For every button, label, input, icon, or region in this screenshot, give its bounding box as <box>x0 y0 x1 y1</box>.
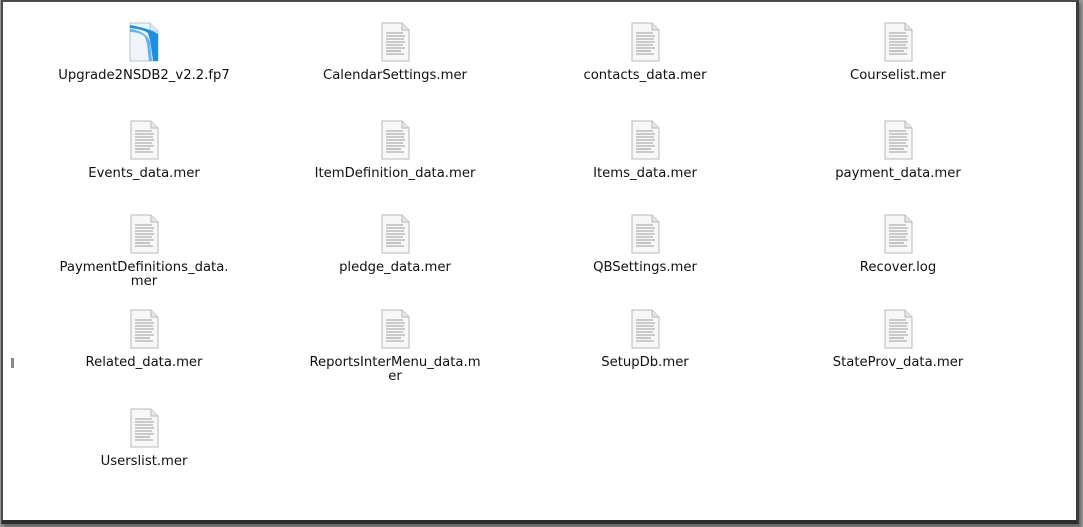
file-item-reportsintermenu-data[interactable]: ReportsInterMenu_data.m er <box>275 309 515 384</box>
text-document-icon <box>381 214 410 254</box>
file-item-qbsettings[interactable]: QBSettings.mer <box>525 214 765 275</box>
text-document-icon <box>884 309 913 349</box>
text-document-icon <box>130 120 159 160</box>
file-item-paymentdefinitions-data[interactable]: PaymentDefinitions_data. mer <box>24 214 264 289</box>
text-document-icon <box>884 214 913 254</box>
file-name[interactable]: Items_data.mer <box>533 167 757 181</box>
file-item-upgrade2nsdb2[interactable]: Upgrade2NSDB2_v2.2.fp7 <box>24 22 264 83</box>
file-name[interactable]: ReportsInterMenu_data.m er <box>283 356 507 384</box>
file-item-itemdefinition-data[interactable]: ItemDefinition_data.mer <box>275 120 515 181</box>
file-name[interactable]: QBSettings.mer <box>533 261 757 275</box>
text-document-icon <box>631 120 660 160</box>
text-document-icon <box>130 309 159 349</box>
text-document-icon <box>130 214 159 254</box>
finder-window: Upgrade2NSDB2_v2.2.fp7 CalendarSettings.… <box>1 0 1079 524</box>
file-item-courselist[interactable]: Courselist.mer <box>778 22 1018 83</box>
file-name[interactable]: SetupDb.mer <box>533 356 757 370</box>
file-name[interactable]: Events_data.mer <box>32 167 256 181</box>
text-document-icon <box>381 309 410 349</box>
file-name[interactable]: CalendarSettings.mer <box>283 69 507 83</box>
icon-view: Upgrade2NSDB2_v2.2.fp7 CalendarSettings.… <box>3 2 1076 520</box>
file-item-stateprov-data[interactable]: StateProv_data.mer <box>778 309 1018 370</box>
file-name[interactable]: Related_data.mer <box>32 356 256 370</box>
file-name[interactable]: contacts_data.mer <box>533 69 757 83</box>
file-name[interactable]: Recover.log <box>786 261 1010 275</box>
file-item-contacts-data[interactable]: contacts_data.mer <box>525 22 765 83</box>
text-document-icon <box>631 214 660 254</box>
file-item-calendarsettings[interactable]: CalendarSettings.mer <box>275 22 515 83</box>
file-item-recover-log[interactable]: Recover.log <box>778 214 1018 275</box>
file-name[interactable]: ItemDefinition_data.mer <box>283 167 507 181</box>
file-item-related-data[interactable]: Related_data.mer <box>24 309 264 370</box>
file-name[interactable]: Courselist.mer <box>786 69 1010 83</box>
text-document-icon <box>381 22 410 62</box>
text-document-icon <box>884 120 913 160</box>
file-item-userslist[interactable]: Userslist.mer <box>24 408 264 469</box>
file-name[interactable]: StateProv_data.mer <box>786 356 1010 370</box>
file-item-setupdb[interactable]: SetupDb.mer <box>525 309 765 370</box>
text-document-icon <box>130 408 159 448</box>
file-name[interactable]: Userslist.mer <box>32 455 256 469</box>
file-item-events-data[interactable]: Events_data.mer <box>24 120 264 181</box>
text-document-icon <box>631 22 660 62</box>
file-item-items-data[interactable]: Items_data.mer <box>525 120 765 181</box>
text-document-icon <box>884 22 913 62</box>
text-document-icon <box>631 309 660 349</box>
file-name[interactable]: payment_data.mer <box>786 167 1010 181</box>
file-name[interactable]: Upgrade2NSDB2_v2.2.fp7 <box>32 69 256 83</box>
filemaker-database-icon <box>129 22 159 62</box>
file-item-payment-data[interactable]: payment_data.mer <box>778 120 1018 181</box>
file-item-pledge-data[interactable]: pledge_data.mer <box>275 214 515 275</box>
text-document-icon <box>381 120 410 160</box>
file-name[interactable]: pledge_data.mer <box>283 261 507 275</box>
file-name[interactable]: PaymentDefinitions_data. mer <box>32 261 256 289</box>
window-edge-mark <box>11 358 14 368</box>
